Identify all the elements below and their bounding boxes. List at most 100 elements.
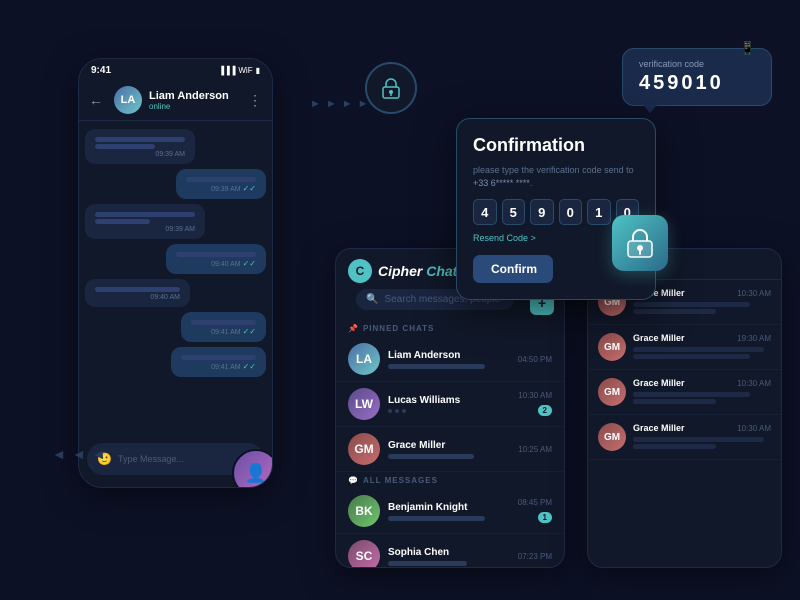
list-item[interactable]: LA Liam Anderson 04:50 PM — [336, 337, 564, 382]
battery-icon: ▮ — [256, 66, 260, 75]
all-messages-section-label: ALL MESSAGES — [363, 476, 438, 485]
search-icon: 🔍 — [366, 294, 378, 305]
right-list-item[interactable]: GM Grace Miller 19:30 AM — [588, 325, 781, 370]
arrow-right-icon: ► — [310, 98, 321, 110]
msg-time: 09:40 AM — [95, 294, 180, 301]
message-preview — [388, 364, 485, 369]
right-message-preview — [633, 347, 764, 352]
contact-name: Grace Miller — [388, 440, 510, 451]
message-time: 10:30 AM — [518, 391, 552, 400]
unread-badge: 1 — [538, 512, 552, 523]
phone-time: 9:41 — [91, 65, 111, 76]
code-digit-3[interactable]: 9 — [530, 199, 554, 225]
contact-info: Grace Miller — [388, 440, 510, 459]
pinned-section-label: PINNED CHATS — [363, 324, 434, 333]
message-bubble: 09:39 AM — [85, 129, 195, 164]
message-bubble: 09:40 AM — [85, 279, 190, 307]
message-bubble: 09:40 AM ✓✓ — [166, 244, 266, 274]
message-time: 07:23 PM — [518, 552, 552, 561]
typing-dots — [388, 409, 510, 413]
verification-title: verification code — [639, 59, 755, 69]
logo-letter: C — [356, 264, 365, 278]
right-contact-avatar: GM — [598, 333, 626, 361]
verification-bubble: 📱 verification code 459010 — [622, 48, 772, 106]
right-message-time: 19:30 AM — [737, 334, 771, 343]
code-digit-4[interactable]: 0 — [559, 199, 583, 225]
message-bubble: 09:41 AM ✓✓ — [181, 312, 266, 342]
modal-description: please type the verification code send t… — [473, 164, 639, 189]
contact-avatar: LA — [348, 343, 380, 375]
confirmation-modal: Confirmation please type the verificatio… — [456, 118, 656, 300]
wifi-icon: WiF — [238, 66, 252, 75]
contact-name: Benjamin Knight — [388, 502, 510, 513]
contact-meta: 08:45 PM 1 — [518, 498, 552, 525]
phone-number: +33 6***** **** — [473, 178, 530, 188]
app-name-part2: Chat — [426, 263, 457, 279]
message-bubble: 09:39 AM — [85, 204, 205, 239]
contact-name: Sophia Chen — [388, 547, 510, 558]
right-message-preview — [633, 444, 716, 449]
message-preview — [388, 561, 467, 566]
right-message-preview — [633, 399, 716, 404]
code-digit-2[interactable]: 5 — [502, 199, 526, 225]
right-message-preview — [633, 392, 750, 397]
contact-avatar: BK — [348, 495, 380, 527]
navigation-arrows-left: ◄ ◄ ◄ — [52, 446, 106, 462]
unread-badge: 2 — [538, 405, 552, 416]
app-logo: C — [348, 259, 372, 283]
pin-icon: 📌 — [348, 324, 359, 333]
menu-icon[interactable]: ⋮ — [248, 92, 262, 109]
right-contact-name: Grace Miller — [633, 333, 685, 343]
message-icon: 💬 — [348, 476, 359, 485]
msg-time: 09:39 AM — [95, 151, 185, 158]
right-contact-name: Grace Miller — [633, 423, 685, 433]
msg-time: 09:40 AM ✓✓ — [176, 259, 256, 268]
right-message-time: 10:30 AM — [737, 424, 771, 433]
right-message-time: 10:30 AM — [737, 289, 771, 298]
phone-user-status: online — [149, 102, 241, 111]
message-preview — [388, 454, 474, 459]
phone-user-name: Liam Anderson — [149, 90, 241, 102]
right-message-preview — [633, 302, 750, 307]
lock-icon-center — [365, 62, 417, 114]
confirm-button[interactable]: Confirm — [473, 255, 553, 283]
contact-name: Liam Anderson — [388, 350, 510, 361]
list-item[interactable]: BK Benjamin Knight 08:45 PM 1 — [336, 489, 564, 534]
right-contact-header: Grace Miller 10:30 AM — [633, 378, 771, 388]
right-contact-content: Grace Miller 10:30 AM — [633, 378, 771, 406]
right-list-item[interactable]: GM Grace Miller 10:30 AM — [588, 415, 781, 460]
list-item[interactable]: LW Lucas Williams 10:30 AM 2 — [336, 382, 564, 427]
phone-messages: 09:39 AM 09:39 AM ✓✓ 09:39 AM 09:40 AM ✓… — [79, 121, 272, 451]
contact-info: Sophia Chen — [388, 547, 510, 566]
right-contact-avatar: GM — [598, 378, 626, 406]
right-contact-content: Grace Miller 19:30 AM — [633, 333, 771, 361]
arrow-left-icon: ◄ — [72, 446, 86, 462]
phone-user-info: Liam Anderson online — [149, 90, 241, 111]
back-icon[interactable]: ← — [89, 92, 103, 108]
phone-chat-header: ← LA Liam Anderson online ⋮ — [79, 80, 272, 121]
all-messages-label: 💬 ALL MESSAGES — [336, 472, 564, 489]
contact-info: Lucas Williams — [388, 395, 510, 413]
right-message-preview — [633, 437, 764, 442]
code-digit-1[interactable]: 4 — [473, 199, 497, 225]
arrow-left-icon: ◄ — [52, 446, 66, 462]
right-message-time: 10:30 AM — [737, 379, 771, 388]
contact-meta: 10:25 AM — [518, 445, 552, 454]
code-digit-5[interactable]: 1 — [587, 199, 611, 225]
phone-status-bar: 9:41 ▐▐▐ WiF ▮ — [79, 59, 272, 80]
list-item[interactable]: SC Sophia Chen 07:23 PM — [336, 534, 564, 568]
msg-time: 09:41 AM ✓✓ — [191, 327, 256, 336]
right-contact-content: Grace Miller 10:30 AM — [633, 423, 771, 451]
right-contact-header: Grace Miller 10:30 AM — [633, 423, 771, 433]
list-item[interactable]: GM Grace Miller 10:25 AM — [336, 427, 564, 472]
msg-time: 09:39 AM — [95, 226, 195, 233]
message-preview — [388, 516, 485, 521]
right-list-item[interactable]: GM Grace Miller 10:30 AM — [588, 370, 781, 415]
message-bubble: 09:39 AM ✓✓ — [176, 169, 266, 199]
input-placeholder: Type Message... — [118, 454, 240, 464]
msg-time: 09:41 AM ✓✓ — [181, 362, 256, 371]
app-name-part1: Cipher — [378, 263, 426, 279]
phone-status-icons: ▐▐▐ WiF ▮ — [218, 66, 260, 75]
right-contact-header: Grace Miller 19:30 AM — [633, 333, 771, 343]
phone-user-avatar: LA — [114, 86, 142, 114]
